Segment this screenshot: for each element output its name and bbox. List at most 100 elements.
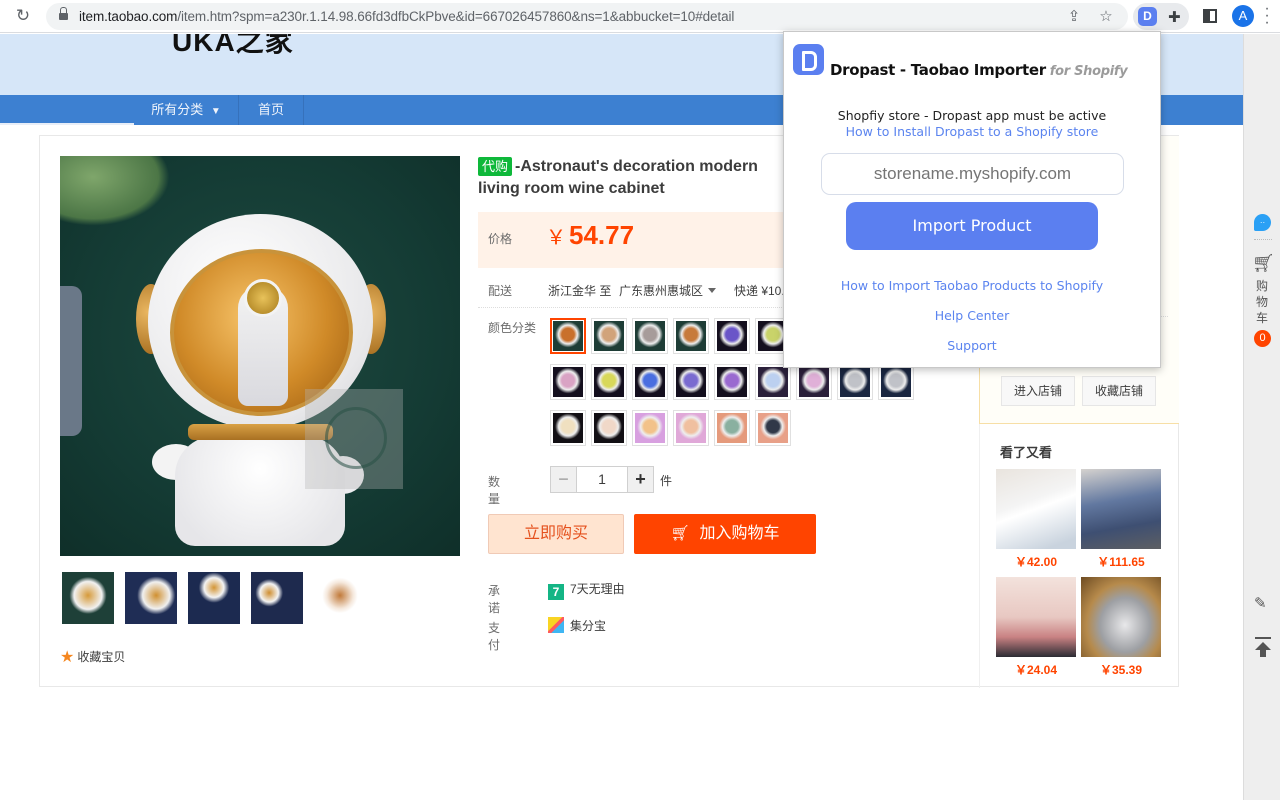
cart-icon[interactable]: 🛒︎ [1252, 253, 1275, 274]
buy-now-button[interactable]: 立即购买 [488, 514, 624, 554]
side-panel-icon[interactable] [1203, 9, 1217, 23]
also-viewed-item[interactable]: ￥35.39 [1081, 577, 1161, 678]
color-swatch[interactable] [632, 318, 668, 354]
color-swatch[interactable] [714, 364, 750, 400]
swatch-image [594, 367, 624, 397]
swatch-image [635, 367, 665, 397]
dropast-popup: Dropast - Taobao Importer for Shopify Sho… [783, 31, 1161, 368]
thumbnail[interactable] [188, 572, 240, 624]
color-swatch[interactable] [714, 410, 750, 446]
favorite-store-button[interactable]: 收藏店铺 [1082, 376, 1156, 406]
feedback-pencil-icon[interactable]: ✎ [1254, 594, 1267, 612]
also-viewed-image[interactable] [996, 469, 1076, 549]
swatch-image [717, 367, 747, 397]
puzzle-icon[interactable]: ✚ [1168, 8, 1181, 26]
color-swatch[interactable] [632, 410, 668, 446]
add-to-cart-button[interactable]: 🛒︎ 加入购物车 [634, 514, 816, 554]
color-swatch[interactable] [673, 318, 709, 354]
thumbnail[interactable] [251, 572, 303, 624]
also-viewed-price: ￥42.00 [1014, 555, 1058, 569]
swatch-image [799, 367, 829, 397]
color-swatch[interactable] [755, 364, 791, 400]
reload-icon[interactable]: ↻ [14, 7, 32, 25]
swatch-image [594, 413, 624, 443]
color-swatch[interactable] [837, 364, 873, 400]
enter-store-button[interactable]: 进入店铺 [1001, 376, 1075, 406]
color-swatch[interactable] [878, 364, 914, 400]
quantity-minus-button[interactable]: − [550, 466, 577, 493]
store-url-input[interactable] [821, 153, 1124, 195]
thumbnail[interactable] [125, 572, 177, 624]
swatch-image [717, 321, 747, 351]
swatch-image [676, 321, 706, 351]
lock-icon[interactable] [59, 7, 68, 21]
color-swatch[interactable] [591, 318, 627, 354]
swatch-image [594, 321, 624, 351]
image-watermark [305, 389, 403, 489]
ship-from: 浙江金华 至 [548, 284, 612, 298]
also-viewed-item[interactable]: ￥24.04 [996, 577, 1076, 678]
swatch-image [635, 321, 665, 351]
support-link[interactable]: Support [784, 338, 1160, 353]
promise-value[interactable]: 7 7天无理由 [548, 580, 625, 600]
ship-to-select[interactable]: 广东惠州惠城区 [619, 282, 717, 299]
color-swatch[interactable] [591, 364, 627, 400]
color-swatch[interactable] [673, 364, 709, 400]
color-swatch[interactable] [550, 410, 586, 446]
thumbnail[interactable] [314, 572, 366, 624]
price-number: 54.77 [569, 220, 635, 250]
star-icon: ★ [60, 649, 75, 666]
color-swatch[interactable] [714, 318, 750, 354]
color-swatch[interactable] [632, 364, 668, 400]
caret-down-icon [708, 288, 717, 293]
favorite-item-link[interactable]: ★ 收藏宝贝 [60, 647, 125, 667]
cart-label[interactable]: 购物车 [1256, 278, 1270, 326]
shipping-label: 配送 [488, 284, 513, 298]
swatch-image [553, 413, 583, 443]
browser-toolbar: ↻ item.taobao.com/item.htm?spm=a230r.1.1… [0, 0, 1280, 33]
color-swatch[interactable] [755, 410, 791, 446]
swatch-image [758, 367, 788, 397]
share-icon[interactable]: ⇪ [1066, 9, 1082, 25]
nav-home[interactable]: 首页 [239, 95, 304, 125]
wangwang-chat-icon[interactable]: ·· [1254, 214, 1271, 231]
dropast-extension-icon[interactable]: D [1138, 7, 1157, 26]
payment-value[interactable]: 集分宝 [548, 617, 606, 634]
shop-logo[interactable]: UKA之家 [172, 34, 294, 60]
thumbnail[interactable] [62, 572, 114, 624]
more-menu-icon[interactable]: · · · [1264, 1, 1270, 31]
also-viewed-item[interactable]: ￥42.00 [996, 469, 1076, 570]
profile-avatar[interactable]: A [1232, 5, 1254, 27]
also-viewed-image[interactable] [996, 577, 1076, 657]
also-viewed-price: ￥35.39 [1099, 663, 1143, 677]
back-to-top-icon[interactable] [1254, 637, 1272, 657]
color-swatch[interactable] [673, 410, 709, 446]
nav-all-categories[interactable]: 所有分类 ▼ [134, 95, 239, 125]
color-swatch[interactable] [796, 364, 832, 400]
swatch-image [553, 367, 583, 397]
url-text[interactable]: item.taobao.com/item.htm?spm=a230r.1.14.… [79, 9, 734, 24]
color-swatch[interactable] [550, 318, 586, 354]
payment-label: 支付 [488, 621, 501, 652]
main-product-image[interactable] [60, 156, 460, 556]
vase-decoration [60, 286, 82, 436]
color-swatch[interactable] [591, 410, 627, 446]
star-icon[interactable]: ☆ [1098, 9, 1114, 25]
also-viewed-item[interactable]: ￥111.65 [1081, 469, 1161, 570]
title-text: -Astronaut's decoration modern living ro… [478, 158, 758, 197]
quantity-input[interactable]: 1 [577, 466, 627, 493]
import-guide-link[interactable]: How to Import Taobao Products to Shopify [784, 278, 1160, 293]
install-guide-link[interactable]: How to Install Dropast to a Shopify stor… [784, 124, 1160, 139]
also-viewed-image[interactable] [1081, 469, 1161, 549]
address-bar[interactable]: item.taobao.com/item.htm?spm=a230r.1.14.… [46, 3, 1128, 30]
also-viewed-image[interactable] [1081, 577, 1161, 657]
import-product-button[interactable]: Import Product [846, 202, 1098, 250]
also-viewed-panel: 看了又看 ￥42.00 ￥111.65 ￥24.04 ￥35.39 [979, 424, 1179, 688]
swatch-image [717, 413, 747, 443]
popup-title-text: Dropast - Taobao Importer [830, 61, 1046, 79]
color-swatch[interactable] [550, 364, 586, 400]
help-center-link[interactable]: Help Center [784, 308, 1160, 323]
color-label: 颜色分类 [488, 321, 537, 335]
quantity-plus-button[interactable]: + [627, 466, 654, 493]
mini-astronaut-head [244, 279, 282, 317]
